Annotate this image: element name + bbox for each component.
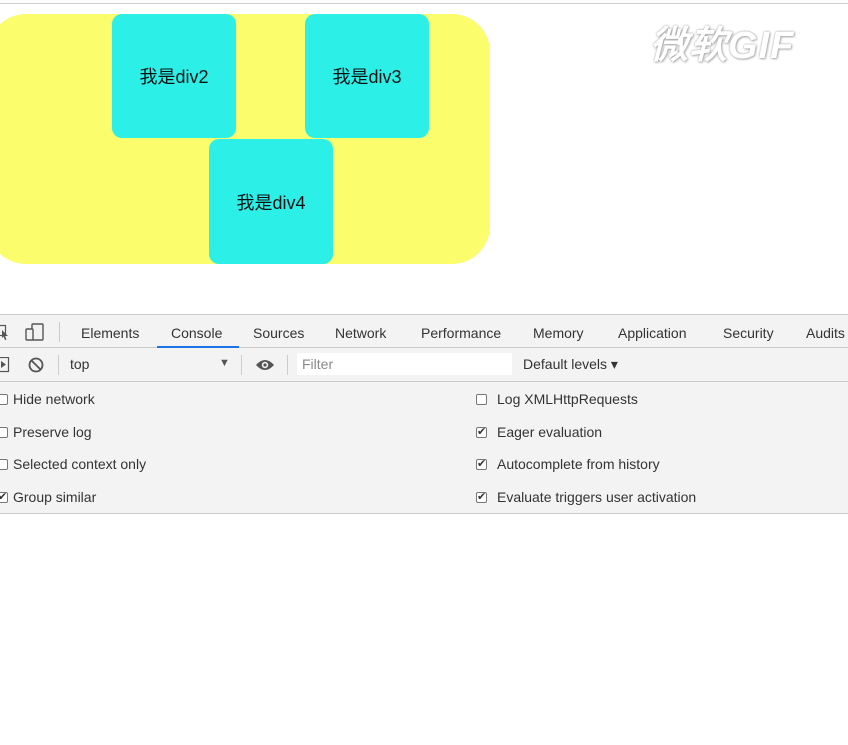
log-xhr-checkbox[interactable]	[476, 394, 487, 405]
tab-network[interactable]: Network	[335, 315, 386, 348]
tab-elements[interactable]: Elements	[81, 315, 139, 348]
context-selector[interactable]: top	[70, 356, 89, 372]
window-top-border	[0, 3, 848, 4]
clear-console-icon[interactable]	[27, 356, 45, 379]
toolbar-divider	[58, 355, 59, 375]
autocomplete-history-label: Autocomplete from history	[497, 456, 660, 472]
group-similar-label: Group similar	[13, 489, 97, 505]
toolbar-divider	[241, 355, 242, 375]
preserve-log-label: Preserve log	[13, 424, 92, 440]
console-settings: Hide network Preserve log Selected conte…	[0, 382, 848, 514]
div2-box: 我是div2	[112, 14, 236, 138]
log-levels-dropdown[interactable]: Default levels ▾	[523, 356, 618, 373]
toolbar-divider	[287, 355, 288, 375]
hide-network-checkbox[interactable]	[0, 394, 8, 405]
inspect-element-icon[interactable]	[0, 323, 10, 346]
div4-label: 我是div4	[236, 192, 306, 213]
watermark-logo: 微软GIF	[650, 25, 795, 67]
autocomplete-history-checkbox[interactable]	[476, 457, 487, 470]
tab-performance[interactable]: Performance	[421, 315, 501, 348]
div2-label: 我是div2	[139, 67, 209, 87]
selected-context-checkbox[interactable]	[0, 459, 8, 470]
devtools-tabbar: Elements Console Sources Network Perform…	[0, 314, 848, 348]
evaluate-triggers-label: Evaluate triggers user activation	[497, 489, 697, 505]
eager-evaluation-label: Eager evaluation	[497, 424, 603, 440]
log-xhr-label: Log XMLHttpRequests	[497, 391, 638, 407]
tab-security[interactable]: Security	[723, 315, 774, 348]
hide-network-label: Hide network	[13, 391, 95, 407]
device-toolbar-icon[interactable]	[25, 323, 45, 346]
devtools-panel: Elements Console Sources Network Perform…	[0, 314, 848, 514]
selected-context-label: Selected context only	[13, 456, 147, 472]
show-sidebar-icon[interactable]	[0, 356, 10, 378]
preserve-log-checkbox[interactable]	[0, 427, 8, 438]
context-dropdown-arrow-icon[interactable]: ▼	[219, 357, 230, 369]
tab-console[interactable]: Console	[171, 315, 222, 348]
eager-evaluation-checkbox[interactable]	[476, 425, 487, 438]
group-similar-checkbox[interactable]	[0, 490, 8, 503]
tabbar-divider	[59, 322, 60, 342]
live-expression-eye-icon[interactable]	[255, 358, 275, 377]
div4-box: 我是div4	[209, 139, 333, 264]
tab-memory[interactable]: Memory	[533, 315, 584, 348]
evaluate-triggers-checkbox[interactable]	[476, 490, 487, 503]
div3-label: 我是div3	[332, 67, 402, 87]
div3-box: 我是div3	[305, 14, 429, 138]
tab-application[interactable]: Application	[618, 315, 687, 348]
tab-audits[interactable]: Audits	[806, 315, 845, 348]
tab-sources[interactable]: Sources	[253, 315, 304, 348]
console-toolbar: top ▼ Default levels ▾	[0, 348, 848, 382]
filter-input[interactable]	[297, 353, 512, 375]
